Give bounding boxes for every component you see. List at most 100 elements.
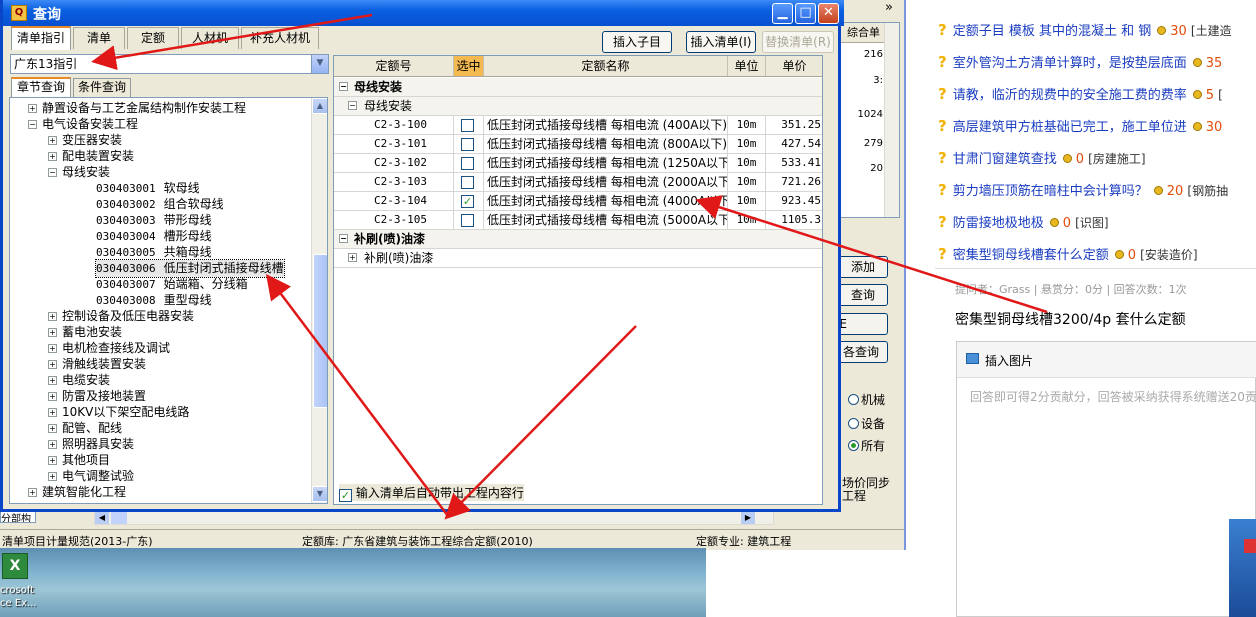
- guide-select[interactable]: 广东13指引 ▼: [10, 54, 329, 74]
- machine-radio[interactable]: 机械: [848, 391, 885, 408]
- collapse-icon[interactable]: −: [339, 234, 348, 243]
- col-unit[interactable]: 单位: [728, 56, 766, 76]
- expand-icon[interactable]: +: [48, 392, 57, 401]
- replace-list-button[interactable]: 替换清单(R): [762, 31, 834, 53]
- collapse-icon[interactable]: −: [348, 101, 357, 110]
- maximize-icon[interactable]: □: [795, 3, 816, 24]
- question-link[interactable]: 室外管沟土方清单计算时，是按垫层底面: [953, 56, 1187, 71]
- insert-image-link[interactable]: 插入图片: [985, 352, 1033, 369]
- question-link[interactable]: 防雷接地极地极: [953, 216, 1044, 231]
- question-item[interactable]: ? 定额子目 模板 其中的混凝土 和 钢 30 [土建造: [938, 20, 1232, 40]
- tab-chapter-query[interactable]: 章节查询: [11, 77, 71, 98]
- question-link[interactable]: 甘肃门窗建筑查找: [953, 152, 1057, 167]
- expand-icon[interactable]: +: [48, 472, 57, 481]
- expand-icon[interactable]: +: [48, 456, 57, 465]
- table-row[interactable]: C2-3-100 低压封闭式插接母线槽 每相电流 (400A以下) 10m 351.2…: [334, 116, 822, 135]
- expand-icon[interactable]: +: [48, 328, 57, 337]
- col-quota-no[interactable]: 定额号: [334, 56, 454, 76]
- tree-scrollbar[interactable]: ▲ ▼: [311, 98, 327, 503]
- question-link[interactable]: 定额子目 模板 其中的混凝土 和 钢: [953, 24, 1152, 39]
- scroll-right-icon[interactable]: ▶: [741, 512, 755, 524]
- expand-icon[interactable]: +: [48, 424, 57, 433]
- minimize-icon[interactable]: ▁: [772, 3, 793, 24]
- checkbox-icon[interactable]: [461, 138, 474, 151]
- checkbox-icon[interactable]: [461, 176, 474, 189]
- query-button[interactable]: 查询: [838, 284, 888, 306]
- insert-child-button[interactable]: 插入子目: [602, 31, 672, 53]
- scroll-thumb[interactable]: [313, 254, 327, 408]
- expand-icon[interactable]: +: [348, 253, 357, 262]
- question-item[interactable]: ? 请教，临沂的规费中的安全施工费的费率 5 [: [938, 84, 1223, 104]
- tab-list[interactable]: 清单: [73, 27, 125, 49]
- question-item[interactable]: ? 剪力墙压顶筋在暗柱中会计算吗？ 20 [钢筋抽: [938, 180, 1228, 200]
- question-item[interactable]: ? 密集型铜母线槽套什么定额 0 [安装造价]: [938, 244, 1198, 264]
- group-row[interactable]: − 补刷(喷)油漆: [334, 230, 822, 249]
- answer-editor[interactable]: 插入图片 回答即可得2分贡献分，回答被采纳获得系统赠送20贡: [956, 341, 1256, 617]
- horizontal-scrollbar[interactable]: ◀ ▶: [94, 511, 774, 525]
- expand-icon[interactable]: +: [48, 344, 57, 353]
- checkbox-checked-icon[interactable]: ✓: [339, 489, 352, 502]
- table-row[interactable]: C2-3-101 低压封闭式插接母线槽 每相电流 (800A以下) 10m 427.5…: [334, 135, 822, 154]
- condition-query-button[interactable]: 各查询: [838, 341, 888, 363]
- side-ad[interactable]: [1229, 519, 1256, 617]
- grid-scrollbar[interactable]: [884, 23, 899, 217]
- scroll-left-icon[interactable]: ◀: [95, 512, 109, 524]
- question-item[interactable]: ? 甘肃门窗建筑查找 0 [房建施工]: [938, 148, 1146, 168]
- question-link[interactable]: 请教，临沂的规费中的安全施工费的费率: [953, 88, 1187, 103]
- collapse-icon[interactable]: −: [48, 168, 57, 177]
- category-tag[interactable]: [房建施工]: [1088, 152, 1145, 166]
- checkbox-icon[interactable]: [461, 214, 474, 227]
- collapse-icon[interactable]: −: [339, 82, 348, 91]
- expand-icon[interactable]: +: [48, 376, 57, 385]
- col-price[interactable]: 单价: [766, 56, 822, 76]
- table-row[interactable]: C2-3-102 低压封闭式插接母线槽 每相电流 (1250A以下) 10m 533.…: [334, 154, 822, 173]
- col-selected[interactable]: 选中: [454, 56, 484, 76]
- checkbox-icon[interactable]: [461, 119, 474, 132]
- expand-icon[interactable]: +: [28, 488, 37, 497]
- excel-icon[interactable]: X: [2, 553, 28, 579]
- checkbox-checked-icon[interactable]: ✓: [461, 195, 474, 208]
- all-radio[interactable]: 所有: [848, 437, 885, 454]
- question-link[interactable]: 剪力墙压顶筋在暗柱中会计算吗？: [953, 184, 1148, 199]
- expand-icon[interactable]: +: [28, 104, 37, 113]
- scroll-up-icon[interactable]: ▲: [312, 98, 327, 114]
- category-tag[interactable]: [: [1218, 88, 1223, 102]
- tab-condition-query[interactable]: 条件查询: [73, 78, 131, 97]
- insert-list-button[interactable]: 插入清单(I): [686, 31, 756, 53]
- add-button[interactable]: 添加: [838, 256, 888, 278]
- e-button[interactable]: E: [838, 313, 888, 335]
- tab-quota[interactable]: 定额: [127, 27, 179, 49]
- expand-icon[interactable]: +: [48, 408, 57, 417]
- answer-placeholder[interactable]: 回答即可得2分贡献分，回答被采纳获得系统赠送20贡: [970, 388, 1256, 405]
- group-row[interactable]: − 母线安装: [334, 78, 822, 97]
- auto-content-checkbox[interactable]: ✓ 输入清单后自动带出工程内容行: [339, 484, 524, 502]
- category-tag[interactable]: [土建造: [1191, 24, 1232, 38]
- expand-icon[interactable]: +: [48, 360, 57, 369]
- equipment-radio[interactable]: 设备: [848, 415, 885, 432]
- scroll-down-icon[interactable]: ▼: [312, 486, 327, 502]
- tab-list-guide[interactable]: 清单指引: [11, 26, 71, 50]
- category-tag[interactable]: [安装造价]: [1140, 248, 1197, 262]
- question-item[interactable]: ? 防雷接地极地极 0 [识图]: [938, 212, 1109, 232]
- question-link[interactable]: 密集型铜母线槽套什么定额: [953, 248, 1109, 263]
- close-icon[interactable]: ✕: [818, 3, 839, 24]
- tab-labor-material-machine[interactable]: 人材机: [181, 27, 239, 49]
- collapse-icon[interactable]: −: [28, 120, 37, 129]
- subgroup-row[interactable]: − 母线安装: [334, 97, 822, 116]
- expand-icon[interactable]: +: [48, 440, 57, 449]
- image-icon[interactable]: [966, 353, 979, 364]
- checkbox-icon[interactable]: [461, 157, 474, 170]
- subgroup-row[interactable]: + 补刷(喷)油漆: [334, 249, 822, 268]
- table-row[interactable]: C2-3-103 低压封闭式插接母线槽 每相电流 (2000A以下) 10m 721.…: [334, 173, 822, 192]
- question-item[interactable]: ? 高层建筑甲方桩基础已完工，施工单位进 30: [938, 116, 1222, 136]
- scroll-thumb[interactable]: [111, 512, 127, 524]
- expand-icon[interactable]: +: [48, 312, 57, 321]
- chevron-down-icon[interactable]: ▼: [311, 55, 328, 73]
- overflow-chevron-icon[interactable]: »: [885, 0, 893, 15]
- expand-icon[interactable]: +: [48, 152, 57, 161]
- expand-icon[interactable]: +: [48, 136, 57, 145]
- table-row[interactable]: C2-3-105 低压封闭式插接母线槽 每相电流 (5000A以下) 10m 1105…: [334, 211, 822, 230]
- question-item[interactable]: ? 室外管沟土方清单计算时，是按垫层底面 35: [938, 52, 1222, 72]
- category-tag[interactable]: [识图]: [1075, 216, 1108, 230]
- table-row[interactable]: C2-3-104 ✓ 低压封闭式插接母线槽 每相电流 (4000A以下) 10m 923…: [334, 192, 822, 211]
